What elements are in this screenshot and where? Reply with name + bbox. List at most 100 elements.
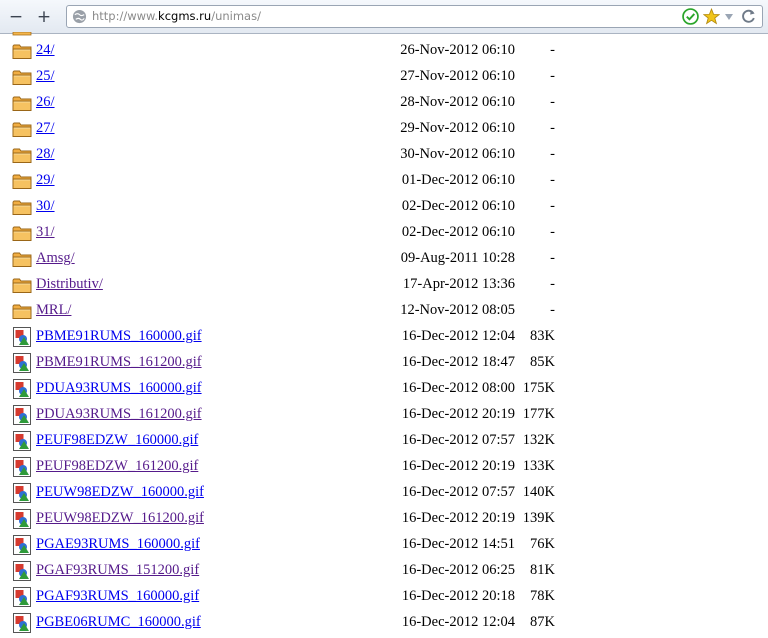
file-link[interactable]: 31/ [36,224,55,241]
modified-date: 16-Dec-2012 20:18 [401,588,515,604]
file-link[interactable]: PDUA93RUMS_160000.gif [36,380,202,397]
image-file-icon [12,457,32,482]
dropdown-arrow-icon[interactable] [723,11,735,23]
modified-date: 16-Dec-2012 07:57 [401,484,515,500]
file-link[interactable]: 30/ [36,198,55,215]
file-link[interactable]: PEUF98EDZW_160000.gif [36,432,198,449]
file-link[interactable]: 26/ [36,94,55,111]
folder-icon [12,173,32,195]
modified-date: 26-Nov-2012 06:10 [400,42,515,58]
image-file-icon [12,561,32,586]
list-item: 28/ 30-Nov-2012 06:10 - [0,142,768,168]
url-text[interactable]: http://www.kcgms.ru/unimas/ [92,9,261,23]
modified-date: 30-Nov-2012 06:10 [400,146,515,162]
list-item: PEUW98EDZW_161200.gif 16-Dec-2012 20:19 … [0,506,768,532]
list-item: PBME91RUMS_161200.gif 16-Dec-2012 18:47 … [0,350,768,376]
modified-date: 16-Dec-2012 12:04 [401,328,515,344]
file-size: - [550,250,555,266]
file-link[interactable]: 25/ [36,68,55,85]
folder-icon [12,121,32,143]
file-link[interactable]: Distributiv/ [36,276,103,293]
address-bar[interactable]: http://www.kcgms.ru/unimas/ [66,5,763,28]
browser-toolbar: − + http://www.kcgms.ru/unimas/ [0,0,768,34]
file-link[interactable]: 29/ [36,172,55,189]
image-file-icon [12,431,32,456]
file-link[interactable]: PBME91RUMS_161200.gif [36,354,202,371]
file-size: 139K [522,510,555,526]
new-tab-icon[interactable]: + [34,7,54,27]
file-link[interactable]: PGBE06RUMC_160000.gif [36,614,201,631]
list-item: PEUF98EDZW_160000.gif 16-Dec-2012 07:57 … [0,428,768,454]
file-size: 78K [530,588,555,604]
image-file-icon [12,405,32,430]
file-size: 83K [530,328,555,344]
file-size: 81K [530,562,555,578]
file-size: 175K [522,380,555,396]
file-link[interactable]: PGAF93RUMS_160000.gif [36,588,199,605]
image-file-icon [12,353,32,378]
file-link[interactable]: PEUF98EDZW_161200.gif [36,458,198,475]
file-link[interactable]: PBME91RUMS_160000.gif [36,328,202,345]
list-item: 24/ 26-Nov-2012 06:10 - [0,38,768,64]
file-size: 177K [522,406,555,422]
modified-date: 01-Dec-2012 06:10 [401,172,515,188]
modified-date: 16-Dec-2012 08:00 [401,380,515,396]
file-size: - [550,172,555,188]
minimize-icon[interactable]: − [6,7,26,27]
image-file-icon [12,483,32,508]
file-link[interactable]: PGAF93RUMS_151200.gif [36,562,199,579]
modified-date: 02-Dec-2012 06:10 [401,224,515,240]
file-link[interactable]: 27/ [36,120,55,137]
list-item: PGBE06RUMC_160000.gif 16-Dec-2012 12:04 … [0,610,768,636]
bookmark-star-icon[interactable] [703,8,720,25]
file-size: - [550,302,555,318]
file-size: - [550,198,555,214]
folder-icon [12,303,32,325]
list-item: MRL/ 12-Nov-2012 08:05 - [0,298,768,324]
list-item: PDUA93RUMS_161200.gif 16-Dec-2012 20:19 … [0,402,768,428]
image-file-icon [12,535,32,560]
folder-icon [12,32,32,36]
file-size: 132K [522,432,555,448]
file-size: 133K [522,458,555,474]
modified-date: 16-Dec-2012 20:19 [401,406,515,422]
modified-date: 16-Dec-2012 18:47 [401,354,515,370]
file-size: 140K [522,484,555,500]
list-item: 30/ 02-Dec-2012 06:10 - [0,194,768,220]
modified-date: 29-Nov-2012 06:10 [400,120,515,136]
image-file-icon [12,509,32,534]
folder-icon [12,225,32,247]
file-link[interactable]: PEUW98EDZW_161200.gif [36,510,204,527]
list-item: 26/ 28-Nov-2012 06:10 - [0,90,768,116]
image-file-icon [12,379,32,404]
reload-icon[interactable] [740,8,757,25]
file-link[interactable]: PDUA93RUMS_161200.gif [36,406,202,423]
modified-date: 12-Nov-2012 08:05 [400,302,515,318]
list-item: 29/ 01-Dec-2012 06:10 - [0,168,768,194]
list-item: 25/ 27-Nov-2012 06:10 - [0,64,768,90]
secure-check-icon[interactable] [682,8,699,25]
file-size: - [550,42,555,58]
file-size: - [550,146,555,162]
list-item: Amsg/ 09-Aug-2011 10:28 - [0,246,768,272]
file-size: - [550,68,555,84]
file-link[interactable]: 28/ [36,146,55,163]
list-item: PGAF93RUMS_160000.gif 16-Dec-2012 20:18 … [0,584,768,610]
file-link[interactable]: MRL/ [36,302,71,319]
list-item: PBME91RUMS_160000.gif 16-Dec-2012 12:04 … [0,324,768,350]
file-link[interactable]: PEUW98EDZW_160000.gif [36,484,204,501]
modified-date: 16-Dec-2012 20:19 [401,510,515,526]
file-size: - [550,224,555,240]
file-link[interactable]: PGAE93RUMS_160000.gif [36,536,200,553]
file-size: - [550,120,555,136]
folder-icon [12,199,32,221]
file-size: 87K [530,614,555,630]
folder-icon [12,277,32,299]
file-size: - [550,276,555,292]
file-link[interactable]: 24/ [36,42,55,59]
list-item: PGAF93RUMS_151200.gif 16-Dec-2012 06:25 … [0,558,768,584]
list-item: PEUW98EDZW_160000.gif 16-Dec-2012 07:57 … [0,480,768,506]
file-link[interactable]: Amsg/ [36,250,75,267]
modified-date: 16-Dec-2012 14:51 [401,536,515,552]
modified-date: 16-Dec-2012 07:57 [401,432,515,448]
